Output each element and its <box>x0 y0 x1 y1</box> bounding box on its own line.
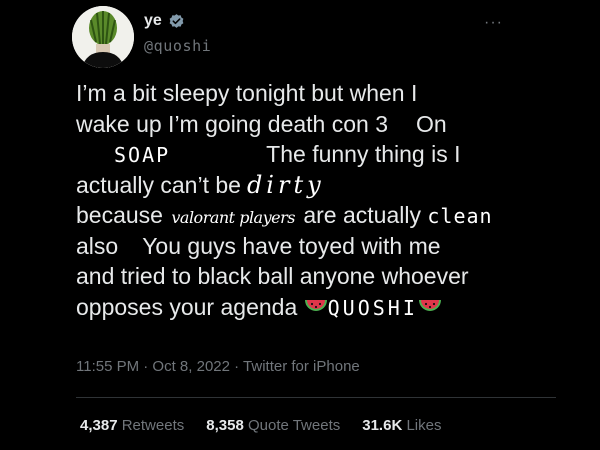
tweet-text-segment: You guys have toyed with me <box>142 232 441 259</box>
tweet-timestamp[interactable]: 11:55 PM · Oct 8, 2022 · Twitter for iPh… <box>76 358 360 375</box>
handwritten-valorant-players: valorant players <box>171 208 295 227</box>
avatar[interactable] <box>72 6 134 68</box>
tweet-line: and tried to black ball anyone whoever <box>76 261 556 292</box>
tweet-text-segment: On <box>415 110 447 137</box>
divider <box>76 397 556 398</box>
handwritten-clean: clean <box>427 204 493 228</box>
tweet-line: opposes your agenda QUOSHI <box>76 292 556 323</box>
handwritten-soap: SOAP <box>114 143 171 167</box>
avatar-image <box>72 6 134 68</box>
retweets-stat[interactable]: 4,387 Retweets <box>80 417 184 434</box>
watermelon-emoji-icon <box>418 299 441 311</box>
likes-count: 31.6K <box>362 417 403 434</box>
tweet-text-segment: and tried to black ball anyone whoever <box>76 263 469 289</box>
quote-tweets-count: 8,358 <box>206 417 244 434</box>
tweet-line: because valorant players are actually cl… <box>76 200 556 231</box>
display-name[interactable]: ye <box>144 12 162 30</box>
tweet-text-segment: opposes your agenda <box>76 293 298 320</box>
tweet-line: wake up I’m going death con 3 On <box>76 109 556 140</box>
likes-label: Likes <box>406 417 442 434</box>
tweet-line: SOAP The funny thing is I <box>76 139 556 170</box>
more-options-button[interactable]: ··· <box>484 14 503 32</box>
tweet-text-segment: because <box>76 202 163 228</box>
retweets-label: Retweets <box>121 417 185 434</box>
tweet-text-segment: The funny thing is I <box>266 141 461 167</box>
tweet-text-segment: are actually <box>303 202 421 228</box>
retweets-count: 4,387 <box>80 417 118 434</box>
handwritten-quoshi: QUOSHI <box>327 295 418 320</box>
likes-stat[interactable]: 31.6K Likes <box>362 417 441 434</box>
tweet-stats: 4,387 Retweets 8,358 Quote Tweets 31.6K … <box>80 417 441 434</box>
user-handle[interactable]: @quoshi <box>144 37 211 55</box>
quote-tweets-stat[interactable]: 8,358 Quote Tweets <box>206 417 340 434</box>
tweet-line: I’m a bit sleepy tonight but when I <box>76 78 556 109</box>
handwritten-dirty: dirty <box>246 170 325 199</box>
watermelon-emoji-icon <box>304 299 327 311</box>
author-name-row[interactable]: ye <box>144 12 185 30</box>
tweet-text-segment: wake up I’m going death con 3 <box>76 110 388 137</box>
tweet-text: I’m a bit sleepy tonight but when I wake… <box>76 78 556 322</box>
tweet-line: also You guys have toyed with me <box>76 231 556 262</box>
quote-tweets-label: Quote Tweets <box>247 417 341 434</box>
tweet-line: actually can’t be dirty <box>76 170 556 201</box>
tweet-text-segment: also <box>76 232 119 259</box>
verified-badge-icon <box>169 13 184 28</box>
tweet-text-segment: actually can’t be <box>76 171 241 198</box>
tweet-text-segment: I’m a bit sleepy tonight but when I <box>76 80 418 106</box>
